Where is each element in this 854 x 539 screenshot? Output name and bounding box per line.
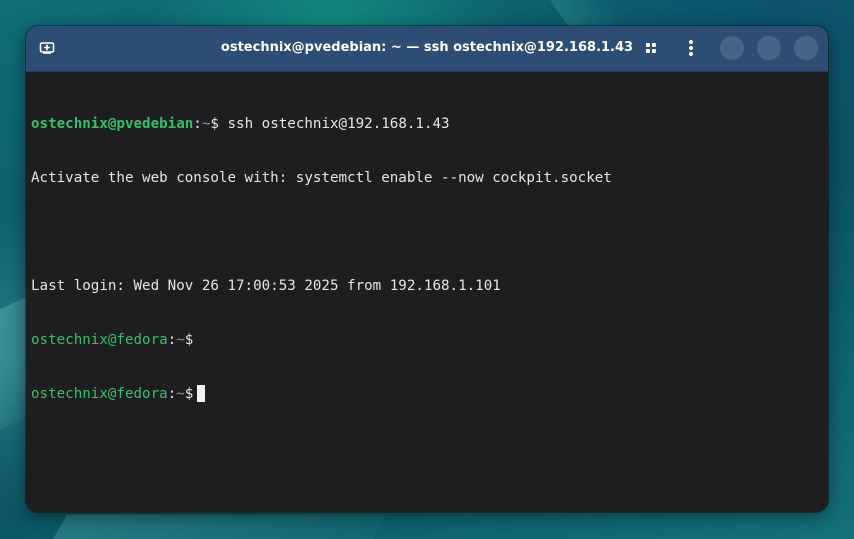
prompt-path: ~ (176, 386, 185, 402)
new-tab-icon (39, 42, 55, 54)
prompt-path: ~ (176, 332, 185, 348)
prompt-user: ostechnix@fedora (31, 386, 168, 402)
terminal-line: ostechnix@fedora:~$ (31, 385, 828, 403)
headerbar: ostechnix@pvedebian: ~ — ssh ostechnix@1… (26, 26, 828, 72)
main-menu-button[interactable] (678, 35, 704, 61)
terminal-cursor (197, 385, 206, 402)
wallpaper-shape (550, 0, 630, 28)
new-tab-button[interactable] (34, 35, 60, 61)
command-text: ssh ostechnix@192.168.1.43 (227, 116, 450, 132)
terminal-line: Last login: Wed Nov 26 17:00:53 2025 fro… (31, 278, 501, 294)
tabs-overview-button[interactable] (638, 35, 664, 61)
prompt-symbol: $ (210, 116, 228, 132)
kebab-menu-icon (689, 40, 693, 56)
maximize-button[interactable] (757, 36, 781, 60)
prompt-separator: : (167, 332, 177, 348)
terminal-output[interactable]: ostechnix@pvedebian:~$ ssh ostechnix@192… (26, 72, 828, 512)
close-button[interactable] (794, 36, 818, 60)
tabs-grid-icon (646, 43, 656, 53)
prompt-user: ostechnix@pvedebian (31, 116, 194, 132)
terminal-line: Activate the web console with: systemctl… (31, 170, 612, 186)
prompt-user: ostechnix@fedora (31, 332, 168, 348)
prompt-separator: : (193, 116, 202, 132)
terminal-line: ostechnix@pvedebian:~$ ssh ostechnix@192… (31, 115, 828, 133)
terminal-window: ostechnix@pvedebian: ~ — ssh ostechnix@1… (26, 26, 828, 512)
prompt-symbol: $ (184, 386, 194, 402)
window-title: ostechnix@pvedebian: ~ — ssh ostechnix@1… (220, 40, 634, 55)
prompt-separator: : (167, 386, 177, 402)
prompt-symbol: $ (184, 332, 194, 348)
wallpaper-shape (53, 515, 387, 539)
terminal-line: ostechnix@fedora:~$ (31, 331, 828, 349)
minimize-button[interactable] (720, 36, 744, 60)
